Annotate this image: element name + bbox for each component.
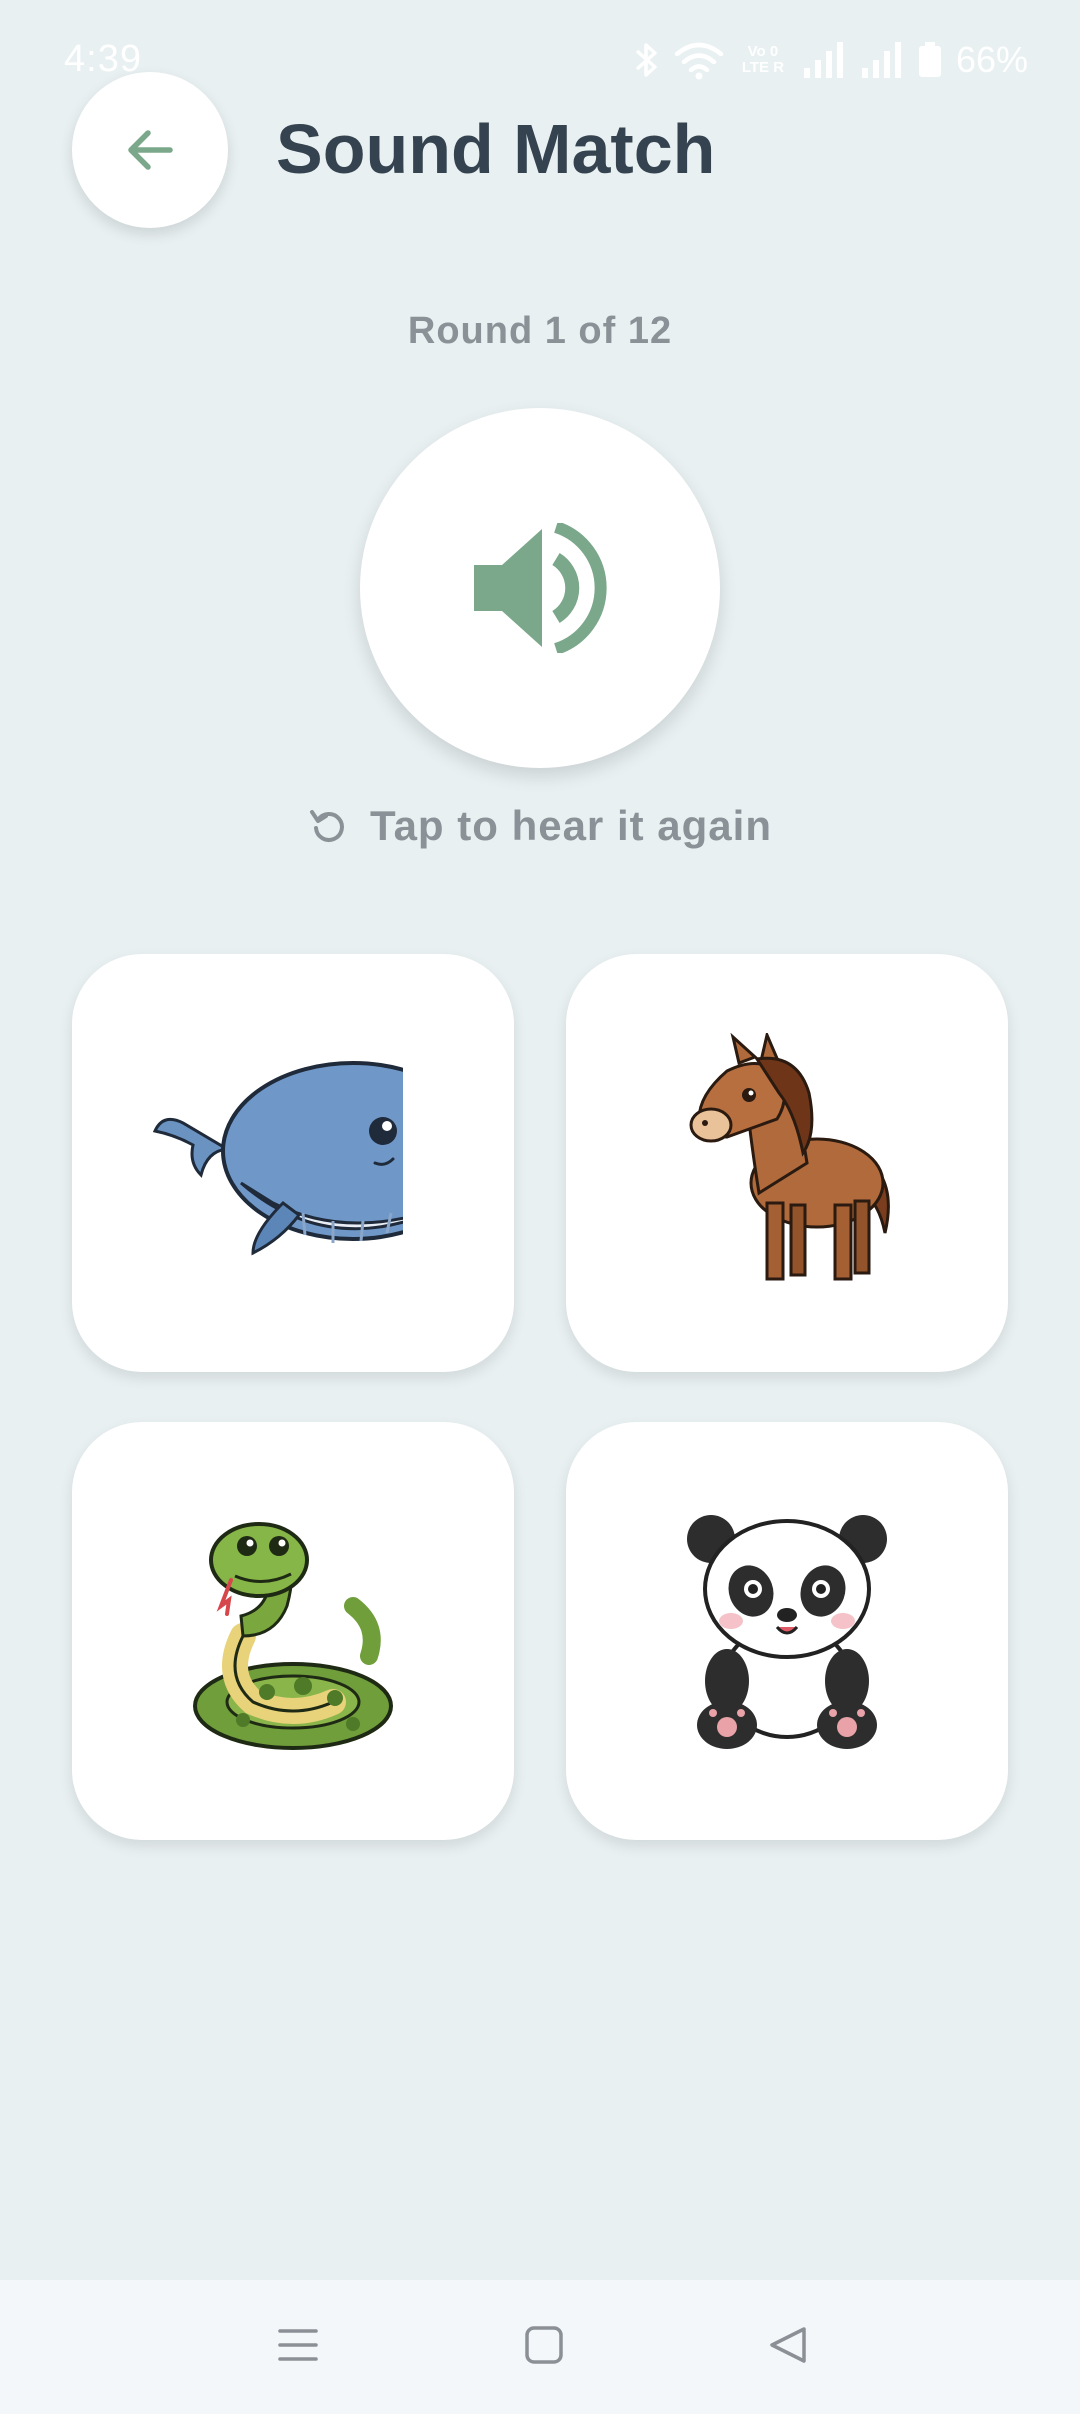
volte-top-label: Vo 0: [747, 43, 779, 60]
replay-hint-label: Tap to hear it again: [370, 802, 772, 849]
option-card-panda[interactable]: [566, 1422, 1008, 1840]
back-icon: [770, 2327, 806, 2363]
play-sound-button[interactable]: [360, 408, 720, 768]
menu-icon: [278, 2329, 318, 2361]
arrow-left-icon: [128, 130, 173, 170]
signal-icon: [803, 42, 843, 78]
replay-icon: [310, 810, 344, 842]
status-icons: Vo 0 LTE R 66%: [634, 36, 1028, 84]
replay-hint[interactable]: Tap to hear it again: [0, 802, 1080, 850]
horse-icon: [689, 1033, 890, 1281]
nav-home-button[interactable]: [494, 2300, 594, 2390]
option-card-horse[interactable]: [566, 954, 1008, 1372]
whale-icon: [153, 1061, 403, 1256]
nav-menu-button[interactable]: [248, 2300, 348, 2390]
nav-back-button[interactable]: [738, 2300, 838, 2390]
option-card-snake[interactable]: [72, 1422, 514, 1840]
option-card-whale[interactable]: [72, 954, 514, 1372]
speaker-icon: [474, 523, 607, 653]
volte-icon: Vo 0 LTE R: [738, 44, 788, 76]
snake-icon: [193, 1522, 393, 1750]
page-title: Sound Match: [276, 110, 716, 188]
battery-percent: 66%: [955, 39, 1028, 80]
battery-icon: [918, 42, 941, 77]
panda-icon: [687, 1515, 887, 1749]
signal-icon: [861, 42, 901, 78]
system-nav-bar: [0, 2280, 1080, 2414]
back-button[interactable]: [72, 72, 228, 228]
bluetooth-icon: [635, 43, 657, 77]
volte-bottom-label: LTE R: [741, 59, 785, 76]
wifi-icon: [674, 42, 724, 80]
round-label: Round 1 of 12: [407, 310, 673, 352]
home-icon: [525, 2326, 563, 2364]
